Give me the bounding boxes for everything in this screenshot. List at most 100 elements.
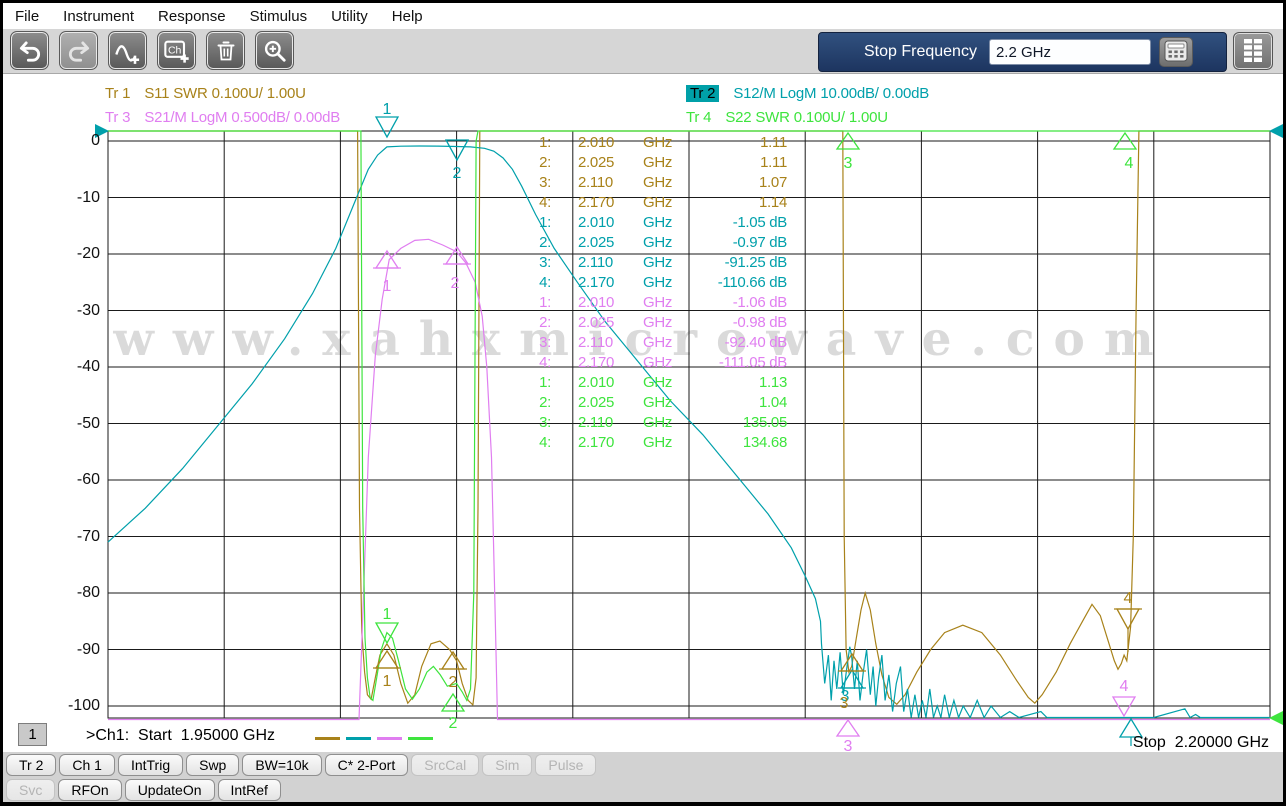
marker-number: 4: [511,193,551,213]
undo-button[interactable] [10,31,49,70]
svg-text:2: 2 [453,165,462,182]
trace-header-2[interactable]: Tr 2 S12/M LogM 10.00dB/ 0.00dB [686,85,929,102]
y-axis-tick-label: -10 [40,189,100,207]
marker-number: 2: [511,153,551,173]
keypad-button[interactable] [1159,37,1193,67]
undo-icon [17,38,43,64]
marker-frequency-unit: GHz [643,173,683,193]
y-axis-tick-label: -90 [40,641,100,659]
statusbar-button-svc[interactable]: Svc [6,779,55,801]
stop-frequency-input[interactable] [989,39,1151,65]
marker-value: -92.40 dB [679,333,787,353]
marker-value: -0.98 dB [679,313,787,333]
marker-number: 3: [511,413,551,433]
stop-frequency-panel: Stop Frequency [818,32,1227,72]
stop-frequency-readout: Stop 2.20000 GHz [1133,734,1269,752]
menu-item-response[interactable]: Response [146,8,238,25]
trace-format-label: S21/M LogM 0.500dB/ 0.00dB [144,109,340,126]
y-axis-tick-label: -80 [40,584,100,602]
marker-frequency-unit: GHz [643,193,683,213]
legend-dash [408,737,433,740]
statusbar-button-sim[interactable]: Sim [482,754,532,776]
statusbar-button-pulse[interactable]: Pulse [535,754,596,776]
trace-format-label: S12/M LogM 10.00dB/ 0.00dB [733,85,929,102]
svg-text:3: 3 [844,738,853,752]
svg-text:3: 3 [840,695,849,712]
redo-icon [66,38,92,64]
y-axis-tick-label: -40 [40,358,100,376]
legend-dash [315,737,340,740]
marker-frequency-unit: GHz [643,233,683,253]
menu-item-utility[interactable]: Utility [319,8,380,25]
svg-text:4: 4 [1125,155,1134,172]
statusbar-button-swp[interactable]: Swp [186,754,239,776]
marker-number: 1: [511,213,551,233]
menu-item-stimulus[interactable]: Stimulus [238,8,320,25]
marker-value: 1.11 [679,153,787,173]
trace-header-1[interactable]: Tr 1S11 SWR 0.100U/ 1.00U [105,85,306,102]
marker-value: 1.14 [679,193,787,213]
trace-id-badge: Tr 2 [686,85,719,102]
marker-frequency-unit: GHz [643,133,683,153]
marker-glyph: 4 [1114,590,1142,652]
zoom-in-button[interactable] [255,31,294,70]
delete-icon [214,39,238,63]
y-axis-tick-label: -20 [40,245,100,263]
statusbar-button-bw-10k[interactable]: BW=10k [242,754,321,776]
redo-button[interactable] [59,31,98,70]
add-channel-button[interactable]: Ch [157,31,196,70]
trace-header-4[interactable]: Tr 4S22 SWR 0.100U/ 1.00U [686,109,888,126]
marker-value: -0.97 dB [679,233,787,253]
keypad-icon [1164,40,1188,65]
reference-level-arrow [1269,124,1283,138]
marker-glyph: 4 [1114,133,1136,172]
marker-frequency: 2.025 [578,233,633,253]
statusbar-button-ch-1[interactable]: Ch 1 [59,754,115,776]
marker-frequency-unit: GHz [643,393,683,413]
marker-frequency-unit: GHz [643,373,683,393]
menu-item-instrument[interactable]: Instrument [51,8,146,25]
legend-dash [346,737,371,740]
trace-header-3[interactable]: Tr 3S21/M LogM 0.500dB/ 0.00dB [105,109,340,126]
table-grid-icon [1242,37,1264,66]
trace-format-label: S11 SWR 0.100U/ 1.00U [144,85,305,102]
display-area: www.xahxmicrowave.com 123123412341234 Tr… [3,74,1283,752]
menu-item-help[interactable]: Help [380,8,435,25]
statusbar-button-intref[interactable]: IntRef [218,779,281,801]
marker-frequency-unit: GHz [643,253,683,273]
marker-frequency: 2.170 [578,433,633,453]
marker-number: 2: [511,233,551,253]
marker-frequency: 2.110 [578,413,633,433]
marker-value: 1.07 [679,173,787,193]
statusbar-button-srccal[interactable]: SrcCal [411,754,479,776]
marker-number: 2: [511,313,551,333]
marker-frequency: 2.010 [578,293,633,313]
marker-glyph: 3 [837,133,859,172]
statusbar-button-rfon[interactable]: RFOn [58,779,121,801]
statusbar-button-inttrig[interactable]: IntTrig [118,754,183,776]
start-frequency-readout: >Ch1: Start 1.95000 GHz [86,727,275,745]
add-trace-button[interactable] [108,31,147,70]
menubar: FileInstrumentResponseStimulusUtilityHel… [3,3,1283,30]
svg-text:Ch: Ch [167,44,181,56]
statusbar-button-c-2-port[interactable]: C* 2-Port [325,754,409,776]
marker-frequency: 2.025 [578,313,633,333]
svg-text:2: 2 [451,275,460,292]
marker-glyph: 3 [837,720,859,752]
marker-table-toggle-button[interactable] [1233,32,1273,70]
trace-id-badge: Tr 4 [686,109,711,126]
add-channel-icon: Ch [163,37,191,65]
marker-frequency: 2.010 [578,213,633,233]
marker-number: 3: [511,173,551,193]
channel-indicator[interactable]: 1 [18,723,47,746]
marker-number: 1: [511,133,551,153]
marker-value: -91.25 dB [679,253,787,273]
marker-frequency: 2.010 [578,373,633,393]
statusbar-button-tr-2[interactable]: Tr 2 [6,754,56,776]
svg-text:2: 2 [449,674,458,691]
statusbar-button-updateon[interactable]: UpdateOn [125,779,215,801]
delete-button[interactable] [206,31,245,70]
menu-item-file[interactable]: File [3,8,51,25]
marker-frequency: 2.025 [578,153,633,173]
marker-value: -1.06 dB [679,293,787,313]
